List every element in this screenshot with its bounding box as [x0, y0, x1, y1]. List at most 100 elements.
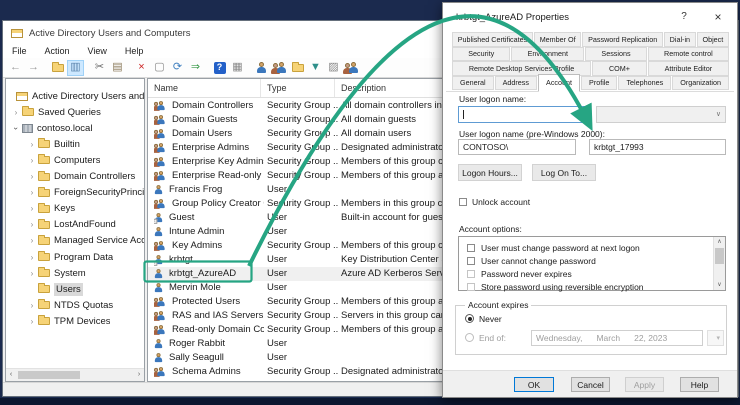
tab-published-certificates[interactable]: Published Certificates — [452, 32, 533, 47]
pre2000-name-input[interactable]: krbtgt_17993 — [589, 139, 726, 155]
tree-horizontal-scrollbar[interactable]: ‹ › — [6, 368, 144, 381]
menu-action[interactable]: Action — [36, 45, 79, 58]
chevron-right-icon[interactable]: › — [28, 253, 36, 262]
dialog-close-button[interactable]: × — [703, 3, 733, 31]
paste-icon[interactable]: ▤ — [109, 60, 126, 76]
chevron-right-icon[interactable]: › — [12, 124, 21, 132]
delegate-icon[interactable] — [343, 60, 360, 76]
tab-password-replication[interactable]: Password Replication — [582, 32, 663, 47]
chevron-right-icon[interactable]: › — [28, 172, 36, 181]
chevron-right-icon[interactable]: › — [28, 301, 36, 310]
logon-hours-button[interactable]: Logon Hours... — [458, 164, 522, 181]
scrollbar-thumb[interactable] — [18, 371, 80, 379]
tree-item-managed-service-account[interactable]: ›Managed Service Account — [6, 233, 144, 249]
window-list-icon[interactable]: ▦ — [229, 60, 246, 76]
option-store-password-using-reversible-encryption[interactable]: Store password using reversible encrypti… — [459, 280, 713, 293]
open-folder-icon[interactable] — [49, 60, 66, 76]
tab-com[interactable]: COM+ — [592, 61, 647, 76]
option-user-must-change-password-at-next-logon[interactable]: User must change password at next logon — [459, 241, 713, 254]
tree-item-computers[interactable]: ›Computers — [6, 152, 144, 168]
expires-end-of-radio[interactable] — [465, 333, 474, 342]
tree-item-ntds-quotas[interactable]: ›NTDS Quotas — [6, 297, 144, 313]
tab-general[interactable]: General — [452, 76, 494, 91]
menu-file[interactable]: File — [3, 45, 36, 58]
tab-object[interactable]: Object — [697, 32, 729, 47]
scroll-down-icon[interactable]: ∨ — [714, 280, 725, 290]
scroll-up-icon[interactable]: ∧ — [714, 237, 725, 247]
refresh-icon[interactable]: ⟳ — [169, 60, 186, 76]
column-header-name[interactable]: Name — [148, 79, 261, 97]
tab-address[interactable]: Address — [495, 76, 537, 91]
expiry-date-field[interactable]: Wednesday,March22, 2023 — [531, 330, 703, 346]
tab-environment[interactable]: Environment — [511, 47, 584, 62]
forward-icon[interactable]: → — [25, 60, 42, 76]
upn-suffix-dropdown[interactable]: ∨ — [596, 106, 726, 123]
tab-telephones[interactable]: Telephones — [618, 76, 671, 91]
tab-organization[interactable]: Organization — [672, 76, 729, 91]
back-icon[interactable]: ← — [7, 60, 24, 76]
cut-icon[interactable]: ✂ — [91, 60, 108, 76]
tab-attribute-editor[interactable]: Attribute Editor — [648, 61, 729, 76]
new-group-icon[interactable] — [271, 60, 288, 76]
tree-item-tpm-devices[interactable]: ›TPM Devices — [6, 313, 144, 329]
chevron-right-icon[interactable]: › — [28, 204, 36, 213]
tree-item-contoso-local[interactable]: ›contoso.local — [6, 120, 144, 136]
properties-icon[interactable]: ▢ — [151, 60, 168, 76]
tree-item-keys[interactable]: ›Keys — [6, 201, 144, 217]
dialog-help-button[interactable]: ? — [669, 3, 699, 31]
chevron-right-icon[interactable]: › — [28, 140, 36, 149]
pre2000-domain-input[interactable]: CONTOSO\ — [458, 139, 576, 155]
tree-item-active-directory-users-and-comp[interactable]: Active Directory Users and Comp — [6, 88, 144, 104]
export-list-icon[interactable]: ⇒ — [187, 60, 204, 76]
chevron-right-icon[interactable]: › — [28, 156, 36, 165]
tab-profile[interactable]: Profile — [581, 76, 617, 91]
tab-dial-in[interactable]: Dial-in — [664, 32, 696, 47]
chevron-right-icon[interactable]: › — [28, 188, 36, 197]
filter-icon[interactable]: ▼ — [307, 60, 324, 76]
new-ou-icon[interactable] — [289, 60, 306, 76]
menu-view[interactable]: View — [79, 45, 116, 58]
scroll-left-icon[interactable]: ‹ — [6, 369, 16, 381]
help-icon[interactable]: ? — [211, 60, 228, 76]
unlock-account-checkbox[interactable] — [459, 198, 467, 206]
tab-member-of[interactable]: Member Of — [534, 32, 581, 47]
checkbox-icon[interactable] — [467, 244, 475, 252]
user-logon-name-input[interactable] — [458, 106, 590, 123]
column-header-type[interactable]: Type — [261, 79, 335, 97]
chevron-right-icon[interactable]: › — [28, 236, 36, 245]
option-password-never-expires[interactable]: Password never expires — [459, 267, 713, 280]
tab-sessions[interactable]: Sessions — [585, 47, 647, 62]
help-button[interactable]: Help — [680, 377, 719, 392]
tree-item-lostandfound[interactable]: ›LostAndFound — [6, 217, 144, 233]
tree-item-domain-controllers[interactable]: ›Domain Controllers — [6, 169, 144, 185]
tree-item-saved-queries[interactable]: ›Saved Queries — [6, 104, 144, 120]
chevron-right-icon[interactable]: › — [28, 220, 36, 229]
apply-button[interactable]: Apply — [625, 377, 664, 392]
tree-item-system[interactable]: ›System — [6, 265, 144, 281]
show-console-tree-icon[interactable]: ▥ — [67, 60, 84, 76]
tree-item-program-data[interactable]: ›Program Data — [6, 249, 144, 265]
tree-item-foreignsecurityprincipals[interactable]: ›ForeignSecurityPrincipals — [6, 185, 144, 201]
date-picker-dropdown[interactable]: ▾ — [707, 330, 724, 346]
tab-security[interactable]: Security — [452, 47, 510, 62]
expires-never-radio[interactable] — [465, 314, 474, 323]
new-window-icon[interactable]: ▨ — [325, 60, 342, 76]
scroll-right-icon[interactable]: › — [134, 369, 144, 381]
delete-icon[interactable]: × — [133, 60, 150, 76]
log-on-to-button[interactable]: Log On To... — [532, 164, 596, 181]
tree-item-builtin[interactable]: ›Builtin — [6, 136, 144, 152]
cancel-button[interactable]: Cancel — [571, 377, 610, 392]
tree-item-users[interactable]: Users — [6, 281, 144, 297]
option-user-cannot-change-password[interactable]: User cannot change password — [459, 254, 713, 267]
chevron-right-icon[interactable]: › — [12, 108, 20, 117]
scrollbar-thumb[interactable] — [715, 248, 724, 264]
new-user-icon[interactable] — [253, 60, 270, 76]
checkbox-icon[interactable] — [467, 257, 475, 265]
menu-help[interactable]: Help — [116, 45, 153, 58]
ok-button[interactable]: OK — [514, 377, 554, 392]
tab-account[interactable]: Account — [538, 74, 580, 92]
checkbox-icon[interactable] — [467, 270, 475, 278]
chevron-right-icon[interactable]: › — [28, 317, 36, 326]
tab-remote-control[interactable]: Remote control — [648, 47, 729, 62]
options-scrollbar[interactable]: ∧ ∨ — [713, 237, 725, 290]
